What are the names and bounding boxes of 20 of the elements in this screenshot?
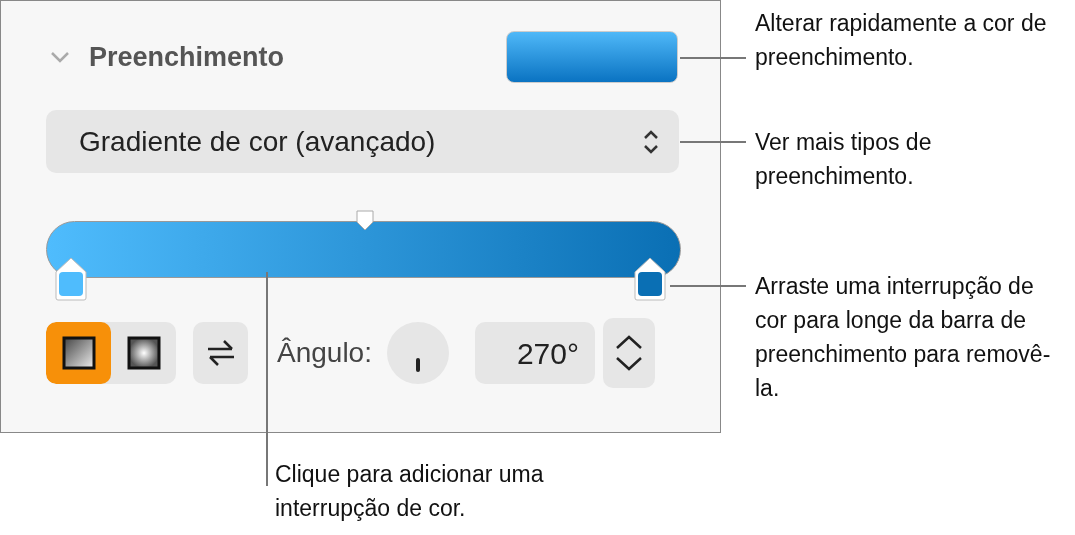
- callout-text: Clique para adicionar uma interrupção de cor.: [275, 460, 545, 523]
- gradient-bar[interactable]: [46, 221, 681, 278]
- up-down-arrows-icon: [643, 128, 659, 155]
- callout-text: Arraste uma interrupção de cor para longe da barra de preenchimento para removê-la.: [755, 272, 1052, 403]
- angle-stepper[interactable]: [602, 318, 655, 388]
- leader-line: [680, 141, 746, 143]
- callout-text: Alterar rapidamente a cor de preenchimento.: [755, 9, 1048, 72]
- swap-button[interactable]: [193, 322, 248, 384]
- callout-text: Ver mais tipos de preenchimento.: [755, 128, 933, 191]
- gradient-square-icon: [126, 336, 161, 370]
- angle-field[interactable]: 270°: [474, 322, 595, 384]
- fill-color-well[interactable]: [506, 31, 678, 83]
- gradient-square-icon: [61, 336, 96, 370]
- fill-type-popup[interactable]: Gradiente de cor (avançado): [46, 110, 679, 173]
- gradient-type-button[interactable]: [46, 322, 111, 384]
- section-title: Preenchimento: [89, 40, 285, 74]
- angle-label: Ângulo:: [277, 336, 372, 370]
- midpoint-marker-icon[interactable]: [355, 210, 375, 232]
- leader-line: [680, 57, 746, 59]
- swap-arrows-icon: [205, 339, 236, 367]
